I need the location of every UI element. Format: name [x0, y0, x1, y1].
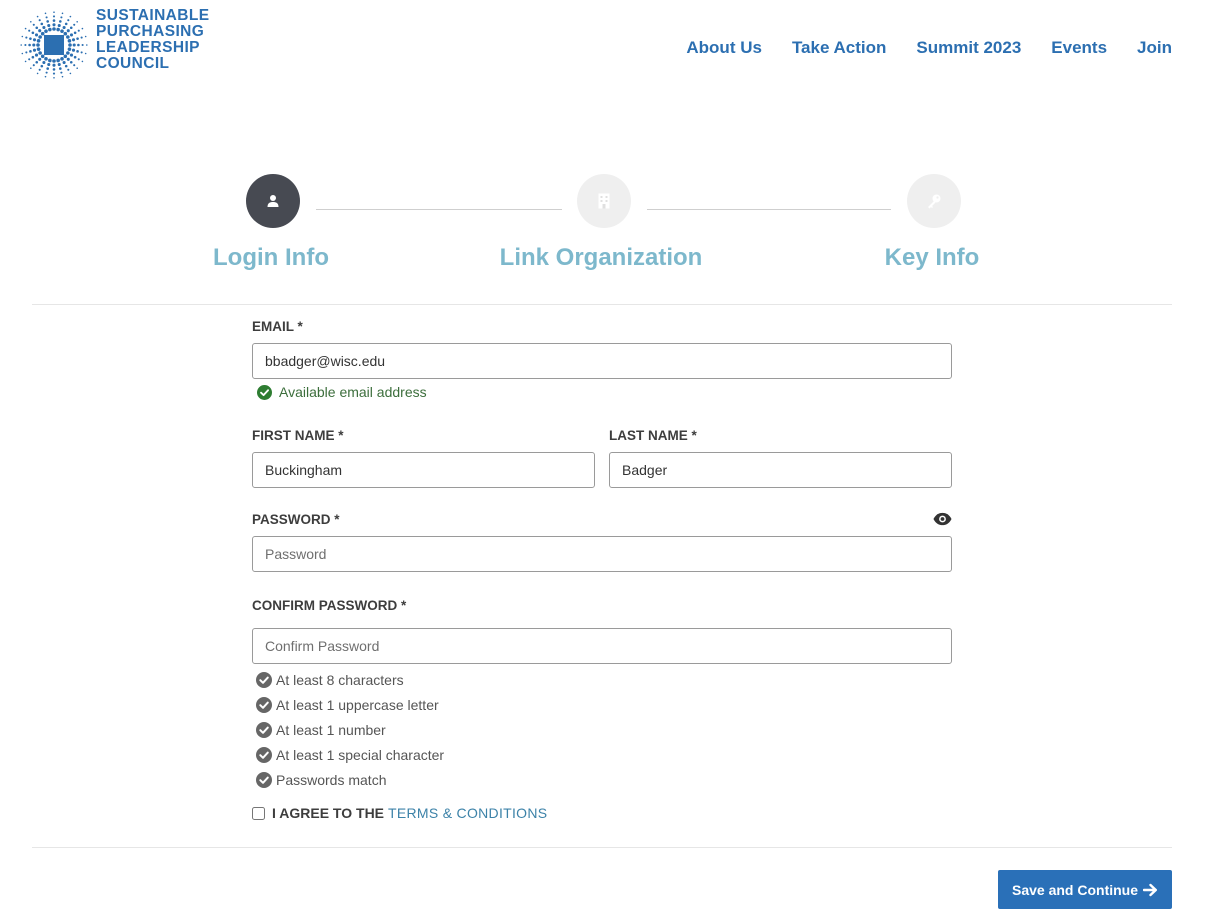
email-input[interactable]	[252, 343, 952, 379]
check-circle-icon	[256, 721, 272, 738]
user-icon	[267, 195, 279, 207]
step-label-login-info: Login Info	[213, 244, 329, 271]
logo-text: SUSTAINABLE PURCHASING LEADERSHIP COUNCI…	[96, 8, 209, 72]
password-input[interactable]	[252, 536, 952, 572]
logo-burst-icon	[20, 11, 88, 79]
check-circle-icon	[257, 384, 272, 400]
nav-join[interactable]: Join	[1137, 38, 1172, 58]
email-status-text: Available email address	[279, 384, 427, 400]
requirement-text: At least 1 number	[276, 721, 386, 738]
first-name-label: FIRST NAME *	[252, 428, 344, 443]
step-connector	[316, 209, 562, 210]
requirement-text: At least 1 special character	[276, 746, 445, 763]
logo-line: SUSTAINABLE	[96, 7, 210, 24]
logo-line: LEADERSHIP	[96, 39, 200, 56]
check-circle-icon	[256, 671, 272, 688]
requirement-text: At least 1 uppercase letter	[276, 696, 439, 713]
list-item: At least 1 uppercase letter	[256, 692, 444, 717]
email-label: EMAIL *	[252, 319, 303, 334]
check-circle-icon	[256, 746, 272, 763]
section-divider	[32, 304, 1172, 305]
nav-take-action[interactable]: Take Action	[792, 38, 886, 58]
save-and-continue-button[interactable]: Save and Continue	[998, 870, 1172, 909]
password-label: PASSWORD *	[252, 512, 340, 527]
list-item: At least 1 number	[256, 717, 444, 742]
step-key-info-circle[interactable]	[907, 174, 961, 228]
key-icon	[928, 194, 941, 209]
step-label-link-organization: Link Organization	[499, 244, 703, 271]
list-item: Passwords match	[256, 767, 444, 792]
requirement-text: At least 8 characters	[276, 671, 404, 688]
step-connector	[647, 209, 891, 210]
section-divider	[32, 847, 1172, 848]
eye-icon[interactable]	[933, 512, 952, 526]
nav-about-us[interactable]: About Us	[686, 38, 762, 58]
site-logo[interactable]: SUSTAINABLE PURCHASING LEADERSHIP COUNCI…	[17, 8, 217, 82]
step-login-info-circle[interactable]	[246, 174, 300, 228]
confirm-password-label: CONFIRM PASSWORD *	[252, 598, 407, 613]
password-requirements: At least 8 characters At least 1 upperca…	[256, 667, 444, 792]
check-circle-icon	[256, 696, 272, 713]
nav-summit-2023[interactable]: Summit 2023	[916, 38, 1021, 58]
list-item: At least 8 characters	[256, 667, 444, 692]
step-label-key-info: Key Info	[884, 244, 980, 271]
building-icon	[598, 193, 610, 209]
nav-events[interactable]: Events	[1051, 38, 1107, 58]
terms-agreement: I AGREE TO THE TERMS & CONDITIONS	[251, 805, 547, 821]
last-name-label: LAST NAME *	[609, 428, 697, 443]
requirement-text: Passwords match	[276, 771, 387, 788]
main-nav: About Us Take Action Summit 2023 Events …	[686, 38, 1172, 58]
logo-line: COUNCIL	[96, 55, 170, 72]
confirm-password-input[interactable]	[252, 628, 952, 664]
terms-checkbox[interactable]	[252, 806, 265, 820]
last-name-input[interactable]	[609, 452, 952, 488]
arrow-right-icon	[1143, 883, 1158, 896]
check-circle-icon	[256, 771, 272, 788]
terms-agree-text: I AGREE TO THE	[272, 805, 385, 821]
step-link-organization-circle[interactable]	[577, 174, 631, 228]
first-name-input[interactable]	[252, 452, 595, 488]
email-status: Available email address	[257, 384, 427, 400]
terms-link[interactable]: TERMS & CONDITIONS	[388, 805, 547, 821]
list-item: At least 1 special character	[256, 742, 444, 767]
save-button-label: Save and Continue	[1011, 881, 1139, 898]
logo-line: PURCHASING	[96, 23, 205, 40]
